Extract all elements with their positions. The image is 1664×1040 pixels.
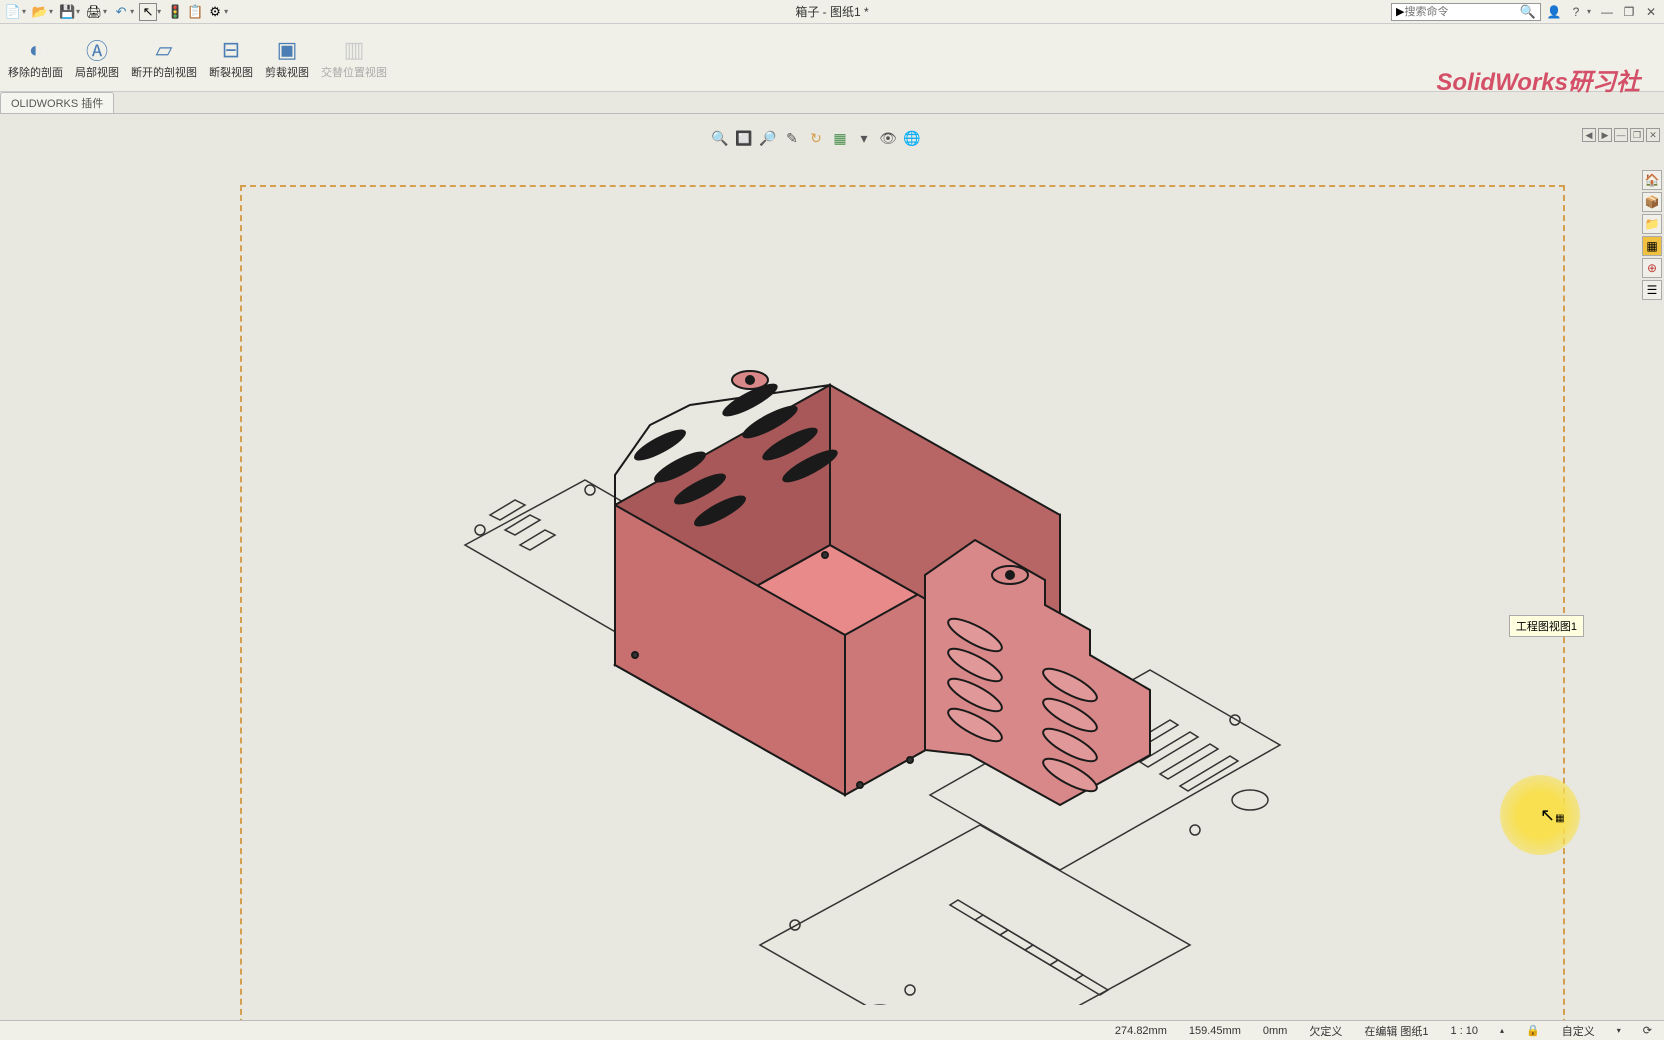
- sub-close-icon[interactable]: ✕: [1646, 128, 1660, 142]
- model-view[interactable]: [430, 305, 1350, 1005]
- home-icon[interactable]: 🏠: [1642, 170, 1662, 190]
- subwindow-controls: ◀ ▶ — ❐ ✕: [1582, 128, 1660, 142]
- sub-prev-icon[interactable]: ◀: [1582, 128, 1596, 142]
- options-icon[interactable]: 📋: [186, 3, 204, 21]
- ribbon-alt-position: ▥ 交替位置视图: [315, 34, 393, 82]
- select-dropdown[interactable]: ▾: [157, 7, 161, 16]
- sub-minimize-icon[interactable]: —: [1614, 128, 1628, 142]
- print-icon[interactable]: 🖨: [85, 3, 103, 21]
- right-sidebar: 🏠 📦 📁 ▦ ⊕ ☰: [1642, 170, 1662, 300]
- user-icon[interactable]: 👤: [1545, 3, 1563, 21]
- ribbon-section-removed[interactable]: ◐ 移除的剖面: [2, 34, 69, 82]
- view-orientation-icon[interactable]: ▾: [854, 128, 874, 148]
- pan-icon[interactable]: ✎: [782, 128, 802, 148]
- undo-dropdown[interactable]: ▾: [130, 7, 134, 16]
- model-svg: [430, 305, 1350, 1005]
- section-removed-icon: ◐: [20, 36, 52, 64]
- minimize-icon[interactable]: —: [1598, 3, 1616, 21]
- open-file-icon[interactable]: 📂: [31, 3, 49, 21]
- ribbon-label: 断裂视图: [209, 64, 253, 80]
- help-icon[interactable]: ?: [1567, 3, 1585, 21]
- save-dropdown[interactable]: ▾: [76, 7, 80, 16]
- title-right-controls: ▶ 🔍 👤 ?▾ — ❐ ✕: [1391, 3, 1660, 21]
- status-scale-dropdown[interactable]: ▴: [1496, 1026, 1508, 1035]
- tab-solidworks-addins[interactable]: OLIDWORKS 插件: [0, 92, 114, 113]
- status-custom-dropdown[interactable]: ▾: [1613, 1026, 1625, 1035]
- layers-icon[interactable]: 📦: [1642, 192, 1662, 212]
- watermark-text: SolidWorks研习社: [1436, 62, 1640, 97]
- status-custom[interactable]: 自定义: [1558, 1023, 1599, 1039]
- tab-bar: OLIDWORKS 插件: [0, 92, 1664, 114]
- search-input[interactable]: [1404, 6, 1519, 18]
- sub-next-icon[interactable]: ▶: [1598, 128, 1612, 142]
- ribbon-detail-view[interactable]: Ⓐ 局部视图: [69, 34, 125, 82]
- status-bar: 274.82mm 159.45mm 0mm 欠定义 在编辑 图纸1 1 : 10…: [0, 1020, 1664, 1040]
- globe-icon[interactable]: ⊕: [1642, 258, 1662, 278]
- settings-dropdown[interactable]: ▾: [224, 7, 228, 16]
- list-icon[interactable]: ☰: [1642, 280, 1662, 300]
- undo-icon[interactable]: ↶: [112, 3, 130, 21]
- print-dropdown[interactable]: ▾: [103, 7, 107, 16]
- document-title: 箱子 - 图纸1 *: [795, 3, 868, 20]
- ribbon: ◐ 移除的剖面 Ⓐ 局部视图 ▱ 断开的剖视图 ⊟ 断裂视图 ▣ 剪裁视图 ▥ …: [0, 24, 1664, 92]
- search-box[interactable]: ▶ 🔍: [1391, 3, 1541, 21]
- ribbon-label: 剪裁视图: [265, 64, 309, 80]
- search-icon[interactable]: 🔍: [1520, 4, 1536, 20]
- ribbon-label: 移除的剖面: [8, 64, 63, 80]
- zoom-area-icon[interactable]: 🔲: [734, 128, 754, 148]
- folder-icon[interactable]: 📁: [1642, 214, 1662, 234]
- status-z: 0mm: [1259, 1025, 1291, 1037]
- search-prefix-icon: ▶: [1396, 5, 1404, 18]
- new-file-icon[interactable]: 📄: [4, 3, 22, 21]
- zoom-fit-icon[interactable]: 🔍: [710, 128, 730, 148]
- rotate-icon[interactable]: ↻: [806, 128, 826, 148]
- close-icon[interactable]: ✕: [1642, 3, 1660, 21]
- ribbon-broken-section[interactable]: ▱ 断开的剖视图: [125, 34, 203, 82]
- status-x: 274.82mm: [1111, 1025, 1171, 1037]
- cursor-icon: ↖▦: [1540, 805, 1565, 826]
- ribbon-label: 交替位置视图: [321, 64, 387, 80]
- zoom-prev-icon[interactable]: 🔎: [758, 128, 778, 148]
- view-toolbar: 🔍 🔲 🔎 ✎ ↻ ▦ ▾ 👁 🌐: [710, 128, 922, 148]
- save-icon[interactable]: 💾: [58, 3, 76, 21]
- rebuild-icon[interactable]: 🚦: [166, 3, 184, 21]
- open-dropdown[interactable]: ▾: [49, 7, 53, 16]
- alt-position-icon: ▥: [338, 36, 370, 64]
- broken-section-icon: ▱: [148, 36, 180, 64]
- appearance-icon[interactable]: 🌐: [902, 128, 922, 148]
- ribbon-break-view[interactable]: ⊟ 断裂视图: [203, 34, 259, 82]
- status-y: 159.45mm: [1185, 1025, 1245, 1037]
- ribbon-label: 局部视图: [75, 64, 119, 80]
- ribbon-label: 断开的剖视图: [131, 64, 197, 80]
- select-icon[interactable]: ↖: [139, 3, 157, 21]
- settings-icon[interactable]: ⚙: [206, 3, 224, 21]
- hide-show-icon[interactable]: 👁: [878, 128, 898, 148]
- view-tooltip: 工程图视图1: [1509, 615, 1584, 637]
- quick-access-toolbar: 📄▾ 📂▾ 💾▾ 🖨▾ ↶▾ ↖▾ 🚦 📋 ⚙▾: [0, 3, 231, 21]
- status-lock-icon[interactable]: 🔒: [1522, 1024, 1544, 1037]
- status-editing: 在编辑 图纸1: [1360, 1023, 1432, 1039]
- ribbon-crop-view[interactable]: ▣ 剪裁视图: [259, 34, 315, 82]
- title-bar: 📄▾ 📂▾ 💾▾ 🖨▾ ↶▾ ↖▾ 🚦 📋 ⚙▾ 箱子 - 图纸1 * ▶ 🔍 …: [0, 0, 1664, 24]
- drawing-area[interactable]: 工程图视图1 ↖▦: [0, 115, 1664, 1020]
- status-scale[interactable]: 1 : 10: [1447, 1025, 1483, 1037]
- break-view-icon: ⊟: [215, 36, 247, 64]
- status-refresh-icon[interactable]: ⟳: [1639, 1024, 1656, 1037]
- sub-restore-icon[interactable]: ❐: [1630, 128, 1644, 142]
- crop-view-icon: ▣: [271, 36, 303, 64]
- new-dropdown[interactable]: ▾: [22, 7, 26, 16]
- status-mode: 欠定义: [1305, 1023, 1346, 1039]
- restore-icon[interactable]: ❐: [1620, 3, 1638, 21]
- display-style-icon[interactable]: ▦: [830, 128, 850, 148]
- grid-icon[interactable]: ▦: [1642, 236, 1662, 256]
- detail-view-icon: Ⓐ: [81, 36, 113, 64]
